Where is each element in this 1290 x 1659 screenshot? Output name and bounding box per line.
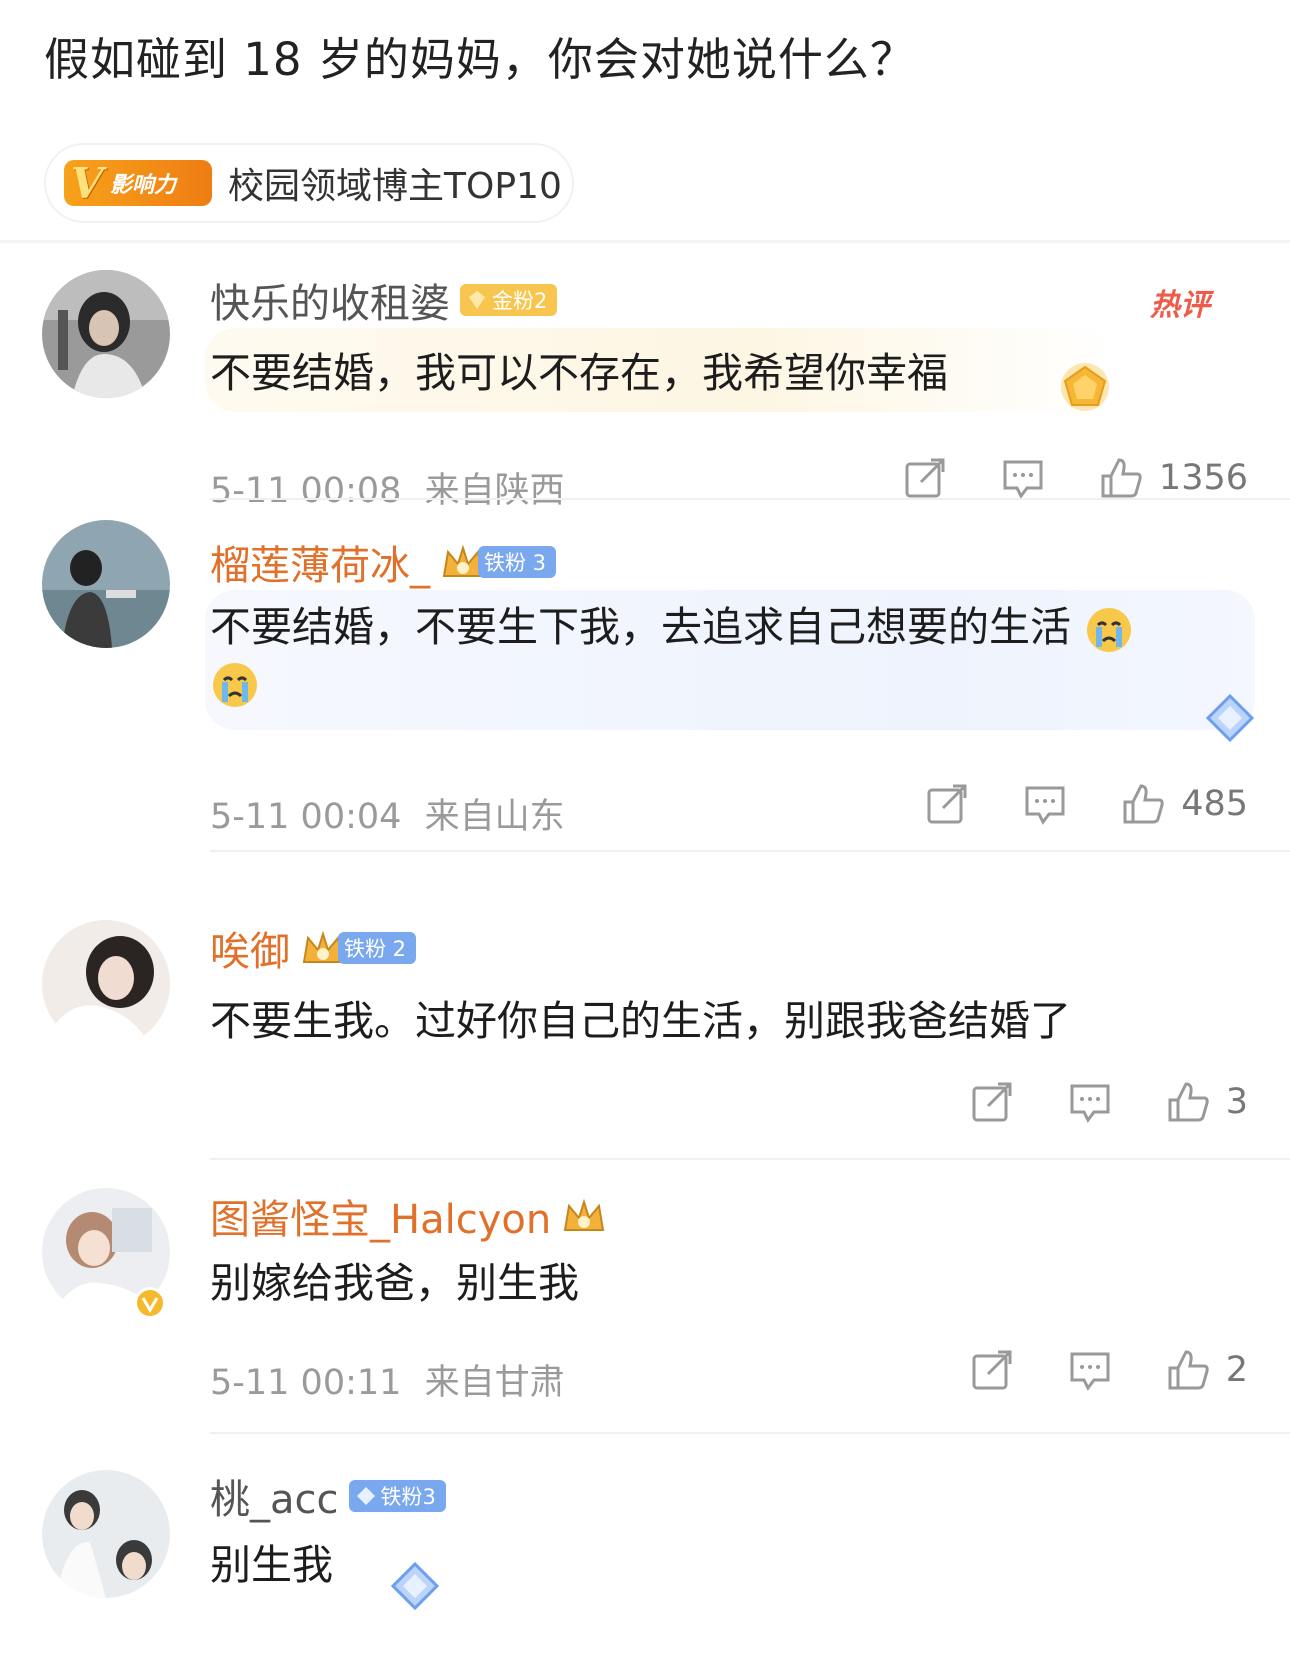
like-icon[interactable] <box>1166 1080 1210 1124</box>
like-count: 1356 <box>1158 458 1248 498</box>
comment-item: 唉御 铁粉 2 不要生我。过好你自己的生活，别跟我爸结婚了 3 <box>0 880 1290 1160</box>
comment-text: 别嫁给我爸，别生我 <box>210 1250 579 1316</box>
comment-separator <box>210 1158 1290 1160</box>
comment-body: 不要结婚，不要生下我，去追求自己想要的生活 <box>210 603 1071 651</box>
fan-badge: 金粉2 <box>460 284 558 316</box>
share-icon[interactable] <box>903 456 947 500</box>
comment-time: 5-11 00:04 <box>210 797 402 837</box>
comment-body: 别生我 <box>210 1541 333 1589</box>
comment-text: 不要结婚，我可以不存在，我希望你幸福 <box>210 340 948 406</box>
share-icon[interactable] <box>970 1348 1014 1392</box>
comment-item: 图酱怪宝_Halcyon 别嫁给我爸，别生我 5-11 00:11 来自甘肃 2 <box>0 1170 1290 1434</box>
like-icon[interactable] <box>1099 456 1143 500</box>
comment-meta: 5-11 00:08 来自陕西 <box>210 462 565 513</box>
comment-location: 来自陕西 <box>424 471 565 511</box>
hot-comment-tag: 热评 <box>1150 288 1210 323</box>
comment-actions: 485 <box>925 782 1248 826</box>
fan-badge-label: 铁粉3 <box>380 1485 436 1509</box>
fan-badge <box>561 1196 607 1236</box>
comment-actions: 3 <box>970 1080 1248 1124</box>
comment-body: 不要结婚，我可以不存在，我希望你幸福 <box>210 349 948 397</box>
comment-icon[interactable] <box>1068 1080 1112 1124</box>
comment-body: 别嫁给我爸，别生我 <box>210 1259 579 1307</box>
avatar[interactable] <box>42 520 170 648</box>
fan-badge-label: 铁粉 3 <box>478 546 557 578</box>
username[interactable]: 榴莲薄荷冰_ <box>210 533 430 591</box>
v-letter: V <box>70 158 104 208</box>
diamond-small-icon <box>356 1487 375 1505</box>
crying-emoji-icon <box>213 663 257 707</box>
comment-text: 不要结婚，不要生下我，去追求自己想要的生活 <box>210 594 1134 660</box>
influence-v-icon: V 影响力 <box>64 158 212 208</box>
avatar[interactable] <box>42 270 170 398</box>
comment-body: 不要生我。过好你自己的生活，别跟我爸结婚了 <box>210 997 1071 1045</box>
comment-separator <box>210 1432 1290 1434</box>
comment-location: 来自甘肃 <box>424 1363 565 1403</box>
comment-meta: 5-11 00:04 来自山东 <box>210 788 565 839</box>
share-icon[interactable] <box>970 1080 1014 1124</box>
crown-icon <box>564 1198 605 1231</box>
like-count: 485 <box>1181 784 1248 824</box>
like-icon[interactable] <box>1121 782 1165 826</box>
comment-meta: 5-11 00:11 来自甘肃 <box>210 1354 565 1405</box>
like-count: 2 <box>1225 1350 1248 1390</box>
gem-icon <box>469 291 485 309</box>
comment-icon[interactable] <box>1023 782 1067 826</box>
username[interactable]: 唉御 <box>210 919 290 977</box>
fan-badge-label: 铁粉 2 <box>338 932 417 964</box>
blue-diamond-icon <box>390 1561 440 1611</box>
username[interactable]: 桃_acc <box>210 1467 339 1525</box>
share-icon[interactable] <box>925 782 969 826</box>
like-icon[interactable] <box>1166 1348 1210 1392</box>
crying-emoji-icon <box>1087 608 1132 652</box>
comment-time: 5-11 00:08 <box>210 471 402 511</box>
comment-location: 来自山东 <box>424 797 565 837</box>
avatar[interactable] <box>42 920 170 1048</box>
fan-badge: 铁粉 3 <box>440 542 557 582</box>
fan-badge: 铁粉 2 <box>300 928 417 968</box>
comment-item: 榴莲薄荷冰_ 铁粉 3 不要结婚，不要生下我，去追求自己想要的生活 5-11 0… <box>0 520 1290 852</box>
comment-item: 桃_acc 铁粉3 别生我 <box>0 1450 1290 1659</box>
username[interactable]: 快乐的收租婆 <box>210 271 450 329</box>
comment-icon[interactable] <box>1001 456 1045 500</box>
gold-pentagon-icon <box>1061 363 1109 411</box>
verified-icon <box>134 1287 166 1319</box>
post-title: 假如碰到 18 岁的妈妈，你会对她说什么？ <box>44 33 916 86</box>
comment-separator <box>210 850 1290 852</box>
emoji-line <box>210 660 260 710</box>
comment-time: 5-11 00:11 <box>210 1363 402 1403</box>
avatar[interactable] <box>42 1470 170 1598</box>
comment-text: 别生我 <box>210 1532 333 1598</box>
comment-actions: 2 <box>970 1348 1248 1392</box>
comment-item: 快乐的收租婆 金粉2 热评 不要结婚，我可以不存在，我希望你幸福 5-11 00… <box>0 250 1290 511</box>
influence-badge[interactable]: V 影响力 校园领域博主TOP10 <box>44 143 574 223</box>
header-divider <box>0 240 1290 243</box>
like-count: 3 <box>1225 1082 1248 1122</box>
comment-actions: 1356 <box>903 456 1248 500</box>
blue-diamond-icon <box>1205 693 1255 743</box>
comment-separator <box>210 498 1290 500</box>
influence-label: 校园领域博主TOP10 <box>228 166 562 207</box>
influence-word: 影响力 <box>110 173 177 198</box>
comment-icon[interactable] <box>1068 1348 1112 1392</box>
fan-badge: 铁粉3 <box>348 1480 446 1512</box>
username[interactable]: 图酱怪宝_Halcyon <box>210 1187 551 1245</box>
fan-badge-label: 金粉2 <box>492 289 548 313</box>
comment-text: 不要生我。过好你自己的生活，别跟我爸结婚了 <box>210 988 1071 1054</box>
